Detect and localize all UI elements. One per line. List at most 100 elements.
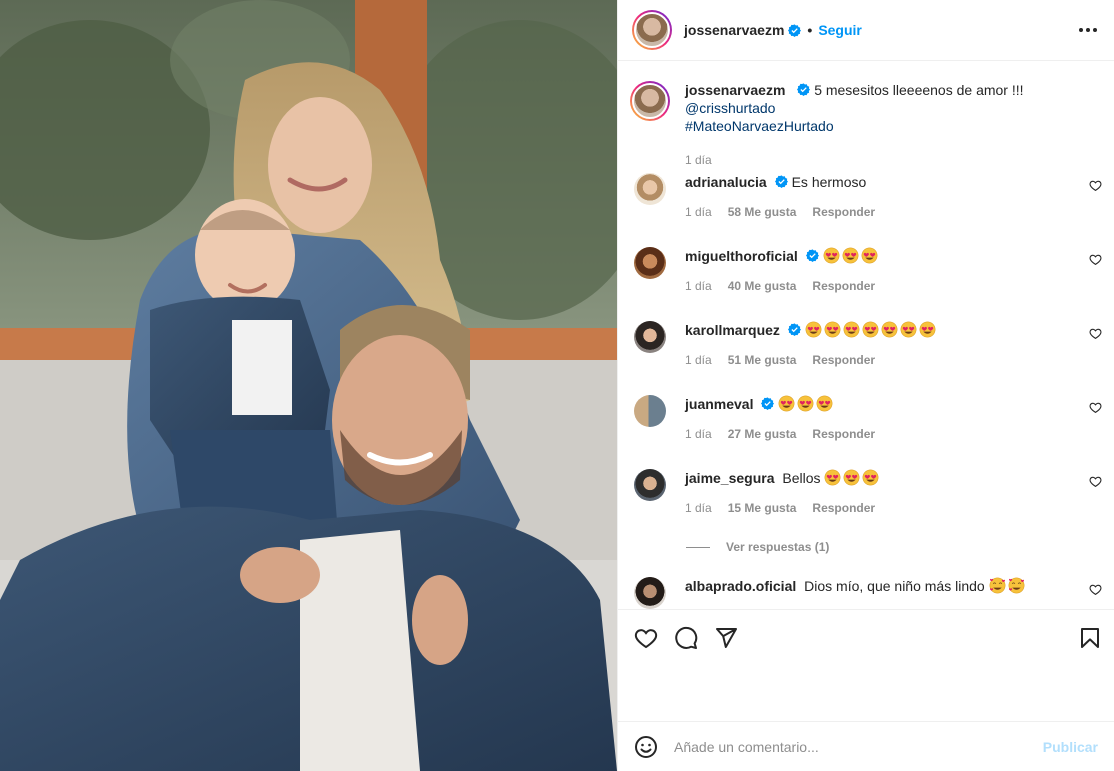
- comment-time[interactable]: 1 día: [685, 425, 712, 443]
- more-options-icon[interactable]: [1076, 22, 1100, 38]
- replies-divider-line: [686, 546, 710, 548]
- verified-badge-icon: [797, 83, 811, 96]
- reply-button[interactable]: Responder: [812, 203, 875, 221]
- bookmark-icon[interactable]: [1078, 626, 1102, 650]
- comment-likes[interactable]: 58 Me gusta: [728, 203, 797, 221]
- heart-eyes-emoji: [823, 247, 840, 264]
- reply-button[interactable]: Responder: [812, 499, 875, 517]
- heart-icon[interactable]: [634, 626, 658, 650]
- heart-eyes-emoji: [863, 469, 879, 486]
- comment-row: albaprado.oficial Dios mío, que niño más…: [634, 577, 1102, 609]
- header-separator: •: [807, 22, 813, 38]
- comment-emojis: [823, 247, 880, 264]
- heart-eyes-emoji: [843, 321, 860, 338]
- share-icon[interactable]: [714, 626, 738, 650]
- commenter-avatar[interactable]: [634, 577, 666, 609]
- comment-likes[interactable]: 51 Me gusta: [728, 351, 797, 369]
- heart-eyes-emoji: [862, 321, 879, 338]
- comment-text: Bellos: [782, 470, 821, 486]
- commenter-username[interactable]: miguelthoroficial: [685, 248, 798, 264]
- post-photo[interactable]: [0, 0, 617, 771]
- commenter-username[interactable]: adrianalucia: [685, 174, 767, 190]
- caption-mention-link[interactable]: @crisshurtado: [685, 100, 775, 116]
- comment-row: juanmeval 1 día 27 Me gusta Responder: [634, 395, 1102, 443]
- commenter-avatar[interactable]: [634, 321, 666, 353]
- comment-likes[interactable]: 40 Me gusta: [728, 277, 797, 295]
- post-side-panel: jossenarvaezm • Seguir jossenarvaezm 5 m…: [617, 0, 1114, 771]
- heart-eyes-emoji: [881, 321, 898, 338]
- view-replies-label: Ver respuestas (1): [726, 540, 830, 554]
- comment-row: adrianalucia Es hermoso 1 día 58 Me gusta…: [634, 173, 1102, 221]
- heart-eyes-emoji: [805, 321, 822, 338]
- smiling-face-with-hearts-emoji: [989, 577, 1005, 594]
- heart-eyes-emoji: [842, 247, 859, 264]
- commenter-avatar[interactable]: [634, 247, 666, 279]
- comment-row: jaime_segura Bellos 1 día 15 Me gusta Resp…: [634, 469, 1102, 517]
- reply-button[interactable]: Responder: [812, 277, 875, 295]
- caption-username[interactable]: jossenarvaezm: [685, 82, 785, 98]
- follow-button[interactable]: Seguir: [818, 22, 862, 38]
- heart-eyes-emoji: [844, 469, 860, 486]
- caption-hashtag-link[interactable]: #MateoNarvaezHurtado: [685, 118, 834, 134]
- view-replies-button[interactable]: Ver respuestas (1): [686, 540, 829, 554]
- comment-emojis: [778, 395, 835, 412]
- heart-eyes-emoji: [861, 247, 878, 264]
- comment-time[interactable]: 1 día: [685, 203, 712, 221]
- comment-like-heart-icon[interactable]: [1089, 475, 1102, 488]
- comments-list: jossenarvaezm 5 mesesitos lleeeenos de a…: [618, 61, 1114, 609]
- heart-eyes-emoji: [824, 321, 841, 338]
- comment-input[interactable]: [674, 738, 1043, 755]
- comment-time[interactable]: 1 día: [685, 351, 712, 369]
- smiling-face-with-hearts-emoji: [1008, 577, 1024, 594]
- comment-likes[interactable]: 15 Me gusta: [728, 499, 797, 517]
- reply-button[interactable]: Responder: [812, 425, 875, 443]
- comment-time[interactable]: 1 día: [685, 277, 712, 295]
- emoji-icon[interactable]: [634, 735, 658, 759]
- comment-emojis: [824, 469, 881, 486]
- comment-emojis: [989, 577, 1027, 594]
- verified-badge-icon: [787, 323, 801, 336]
- heart-eyes-emoji: [778, 395, 795, 412]
- comment-time[interactable]: 1 día: [685, 499, 712, 517]
- comment-row: karollmarquez 1 día 51 Me gusta Responder: [634, 321, 1102, 369]
- comment-like-heart-icon[interactable]: [1089, 179, 1102, 192]
- verified-badge-icon: [774, 175, 788, 188]
- commenter-username[interactable]: karollmarquez: [685, 322, 780, 338]
- comment-like-heart-icon[interactable]: [1089, 327, 1102, 340]
- comment-like-heart-icon[interactable]: [1089, 583, 1102, 596]
- reply-button[interactable]: Responder: [812, 351, 875, 369]
- commenter-avatar[interactable]: [634, 395, 666, 427]
- post-actions: [618, 609, 1114, 721]
- heart-eyes-emoji: [797, 395, 814, 412]
- family-photo-illustration: [0, 0, 617, 771]
- comment-likes[interactable]: 27 Me gusta: [728, 425, 797, 443]
- commenter-username[interactable]: juanmeval: [685, 396, 753, 412]
- heart-eyes-emoji: [816, 395, 833, 412]
- comment-icon[interactable]: [674, 626, 698, 650]
- comment-row: miguelthoroficial 1 día 40 Me gusta Respon…: [634, 247, 1102, 295]
- comment-like-heart-icon[interactable]: [1089, 253, 1102, 266]
- post-header: jossenarvaezm • Seguir: [618, 0, 1114, 61]
- comment-emojis: [805, 321, 938, 338]
- heart-eyes-emoji: [825, 469, 841, 486]
- verified-badge-icon: [805, 249, 819, 262]
- commenter-avatar[interactable]: [634, 173, 666, 205]
- commenter-username[interactable]: jaime_segura: [685, 470, 775, 486]
- comment-text: Dios mío, que niño más lindo: [804, 578, 985, 594]
- commenter-username[interactable]: albaprado.oficial: [685, 578, 796, 594]
- comment-text: Es hermoso: [791, 174, 867, 190]
- verified-badge-icon: [761, 397, 775, 410]
- author-username[interactable]: jossenarvaezm: [684, 22, 784, 38]
- verified-badge-icon: [788, 23, 802, 37]
- caption-avatar[interactable]: [630, 81, 670, 121]
- publish-button[interactable]: Publicar: [1043, 739, 1098, 755]
- caption-time[interactable]: 1 día: [685, 151, 712, 169]
- author-avatar[interactable]: [632, 10, 672, 50]
- comment-composer: Publicar: [618, 721, 1114, 771]
- comment-like-heart-icon[interactable]: [1089, 401, 1102, 414]
- post-caption: jossenarvaezm 5 mesesitos lleeeenos de a…: [630, 81, 1102, 169]
- heart-eyes-emoji: [919, 321, 936, 338]
- heart-eyes-emoji: [900, 321, 917, 338]
- commenter-avatar[interactable]: [634, 469, 666, 501]
- caption-text: 5 mesesitos lleeeenos de amor !!!: [814, 82, 1024, 98]
